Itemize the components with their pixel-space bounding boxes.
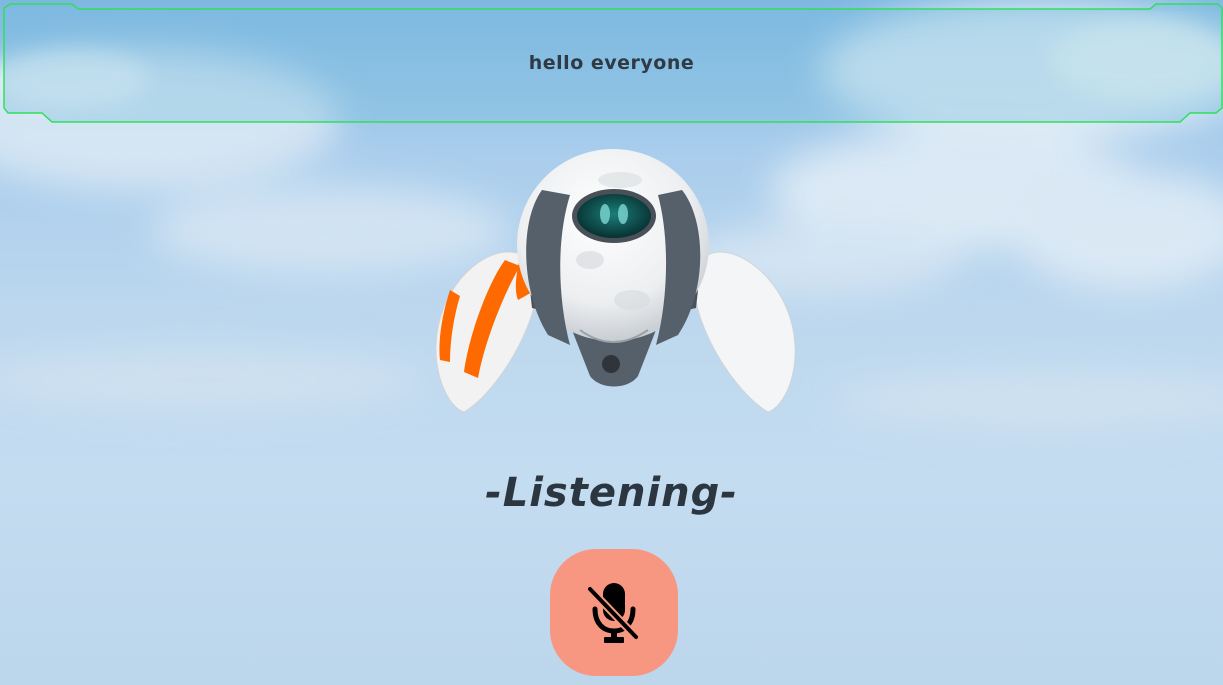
message-banner: hello everyone — [0, 0, 1223, 126]
mic-toggle-button[interactable] — [550, 549, 678, 676]
status-text: -Listening- — [485, 470, 738, 516]
robot-eye — [572, 189, 656, 243]
banner-message: hello everyone — [528, 52, 695, 74]
microphone-off-icon — [586, 582, 640, 643]
robot-body — [517, 149, 709, 345]
robot-avatar — [435, 149, 796, 413]
robot-right-arm — [693, 251, 796, 413]
